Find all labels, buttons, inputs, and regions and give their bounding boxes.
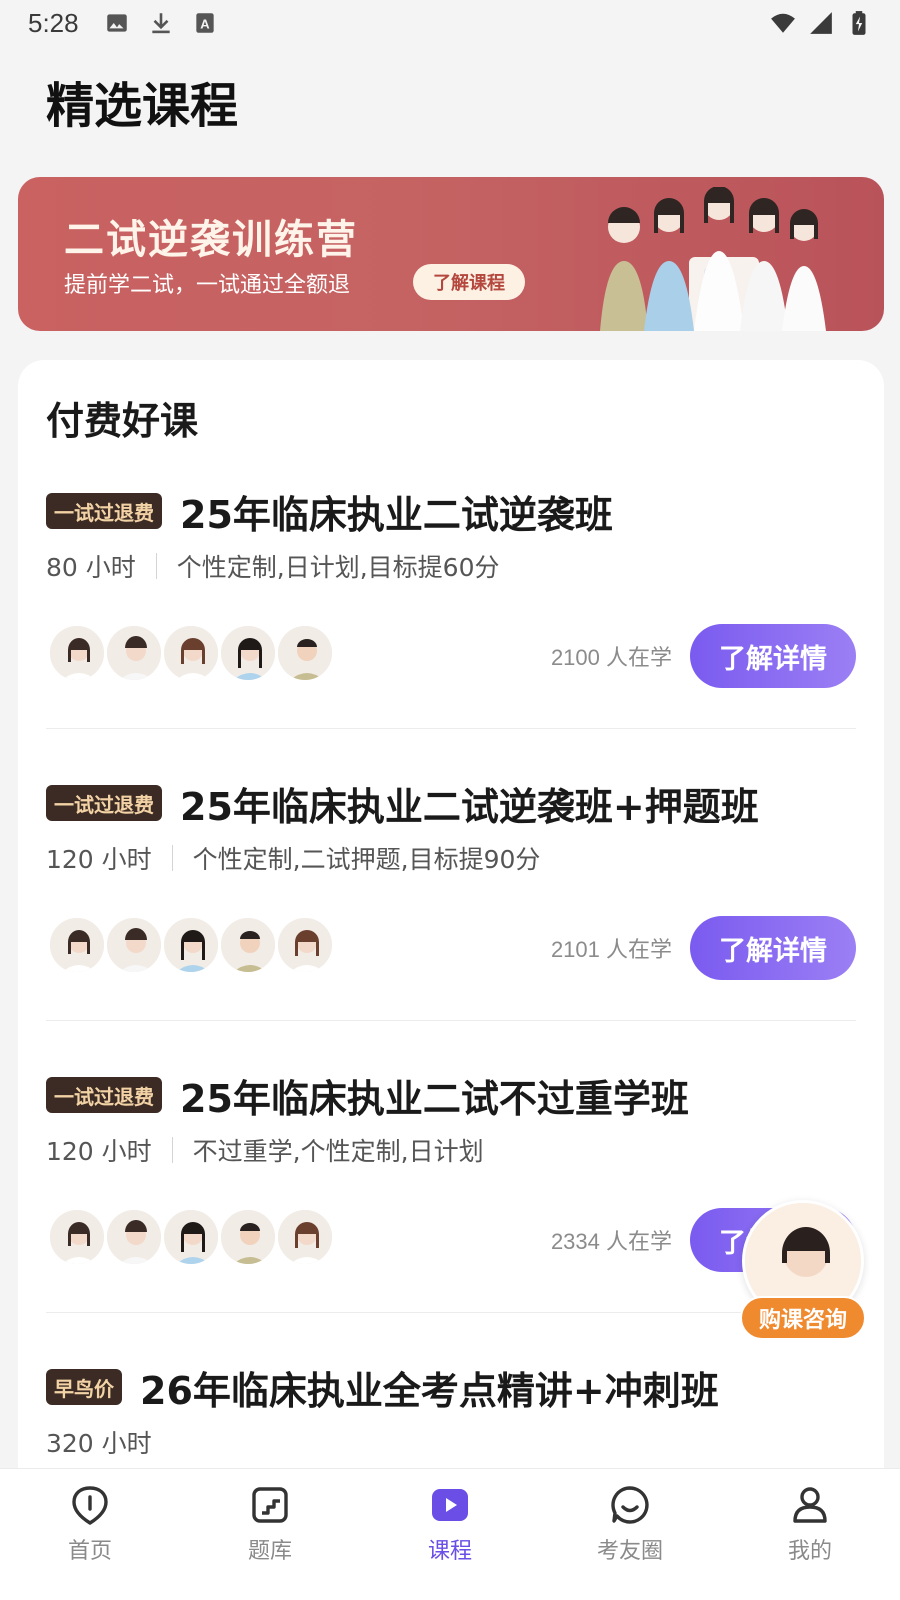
profile-icon <box>793 1487 827 1523</box>
course-hours: 120 小时 <box>46 845 152 874</box>
bottom-tab-bar: 首页 题库 课程 考友圈 我的 <box>0 1468 900 1600</box>
course-hours: 120 小时 <box>46 1137 152 1166</box>
avatar <box>162 624 220 682</box>
download-icon <box>152 13 170 34</box>
teacher-avatars <box>48 916 334 974</box>
course-features: 个性定制,二试押题,目标提90分 <box>192 845 541 874</box>
course-hours: 320 小时 <box>46 1429 152 1458</box>
avatar <box>48 1208 106 1266</box>
meta-divider <box>155 553 157 579</box>
banner-teachers-image <box>600 187 826 331</box>
course-meta: 120 小时 个性定制,二试押题,目标提90分 <box>46 840 540 876</box>
course-header: 一试过退费 25年临床执业二试逆袭班 <box>46 486 613 537</box>
learner-count: 2100 人在学 <box>550 645 672 670</box>
consult-label: 购课咨询 <box>740 1296 866 1340</box>
avatar <box>162 916 220 974</box>
course-badge: 一试过退费 <box>46 1077 162 1113</box>
course-title: 25年临床执业二试不过重学班 <box>180 1076 689 1121</box>
tab-label: 我的 <box>787 1539 832 1564</box>
tab-courses[interactable]: 课程 <box>360 1469 540 1600</box>
course-detail-button[interactable]: 了解详情 <box>690 624 856 688</box>
meta-divider <box>171 845 173 871</box>
image-icon <box>107 14 127 32</box>
avatar <box>162 1208 220 1266</box>
meta-divider <box>171 1137 173 1163</box>
tab-label: 首页 <box>67 1539 112 1564</box>
avatar <box>48 916 106 974</box>
avatar <box>219 916 277 974</box>
course-badge: 一试过退费 <box>46 493 162 529</box>
community-icon <box>611 1486 649 1524</box>
banner-learn-course-button[interactable]: 了解课程 <box>413 264 525 300</box>
learner-count: 2101 人在学 <box>550 937 672 962</box>
course-badge: 一试过退费 <box>46 785 162 821</box>
avatar <box>105 624 163 682</box>
tab-label: 题库 <box>247 1539 292 1564</box>
purchase-consult-button[interactable]: 购课咨询 <box>740 1200 868 1350</box>
svg-text:A: A <box>200 16 210 31</box>
course-meta: 320 小时 <box>46 1424 152 1460</box>
course-item[interactable]: 一试过退费 25年临床执业二试逆袭班+押题班 120 小时 个性定制,二试押题,… <box>46 778 856 1078</box>
status-icons-left: A <box>104 10 218 36</box>
tab-label: 考友圈 <box>596 1539 663 1564</box>
course-features: 不过重学,个性定制,日计划 <box>192 1137 484 1166</box>
divider <box>46 1312 856 1313</box>
teacher-avatars <box>48 1208 334 1266</box>
page-title: 精选课程 <box>46 78 239 134</box>
course-header: 一试过退费 25年临床执业二试不过重学班 <box>46 1070 689 1121</box>
divider <box>46 728 856 729</box>
course-title: 25年临床执业二试逆袭班+押题班 <box>180 784 759 829</box>
banner-subtitle: 提前学二试，一试通过全额退 <box>64 273 351 298</box>
avatar <box>276 916 334 974</box>
battery-icon <box>852 11 866 35</box>
tab-profile[interactable]: 我的 <box>720 1469 900 1600</box>
a-icon: A <box>196 13 214 33</box>
course-item[interactable]: 一试过退费 25年临床执业二试逆袭班 80 小时 个性定制,日计划,目标提60分… <box>46 486 856 786</box>
home-icon <box>72 1486 108 1525</box>
course-title: 26年临床执业全考点精讲+冲刺班 <box>140 1368 719 1413</box>
section-title: 付费好课 <box>46 399 199 443</box>
learner-count: 2334 人在学 <box>550 1229 672 1254</box>
course-play-icon <box>432 1489 468 1521</box>
course-header: 一试过退费 25年临床执业二试逆袭班+押题班 <box>46 778 759 829</box>
avatar <box>48 624 106 682</box>
tab-label: 课程 <box>427 1539 472 1564</box>
course-title: 25年临床执业二试逆袭班 <box>180 492 613 537</box>
promo-banner[interactable]: 二试逆袭训练营 提前学二试，一试通过全额退 了解课程 <box>18 177 884 331</box>
divider <box>46 1020 856 1021</box>
avatar <box>276 624 334 682</box>
avatar <box>219 624 277 682</box>
status-icons-right <box>770 10 872 36</box>
wifi-icon <box>771 13 795 33</box>
banner-title: 二试逆袭训练营 <box>64 217 358 263</box>
question-bank-icon <box>252 1487 288 1523</box>
course-item[interactable]: 一试过退费 25年临床执业二试不过重学班 120 小时 不过重学,个性定制,日计… <box>46 1070 856 1370</box>
tab-community[interactable]: 考友圈 <box>540 1469 720 1600</box>
course-header: 早鸟价 26年临床执业全考点精讲+冲刺班 <box>46 1362 719 1413</box>
course-detail-button[interactable]: 了解详情 <box>690 916 856 980</box>
course-meta: 120 小时 不过重学,个性定制,日计划 <box>46 1132 484 1168</box>
tab-question-bank[interactable]: 题库 <box>180 1469 360 1600</box>
course-item[interactable]: 早鸟价 26年临床执业全考点精讲+冲刺班 320 小时 <box>46 1362 856 1482</box>
avatar <box>105 1208 163 1266</box>
course-meta: 80 小时 个性定制,日计划,目标提60分 <box>46 548 499 584</box>
course-features: 个性定制,日计划,目标提60分 <box>176 553 500 582</box>
avatar <box>105 916 163 974</box>
course-hours: 80 小时 <box>46 553 136 582</box>
tab-home[interactable]: 首页 <box>0 1469 180 1600</box>
signal-icon <box>810 12 832 34</box>
avatar <box>219 1208 277 1266</box>
avatar <box>276 1208 334 1266</box>
status-bar: 5:28 A <box>0 0 900 50</box>
teacher-avatars <box>48 624 334 682</box>
course-badge: 早鸟价 <box>46 1369 122 1405</box>
status-time: 5:28 <box>28 8 79 38</box>
